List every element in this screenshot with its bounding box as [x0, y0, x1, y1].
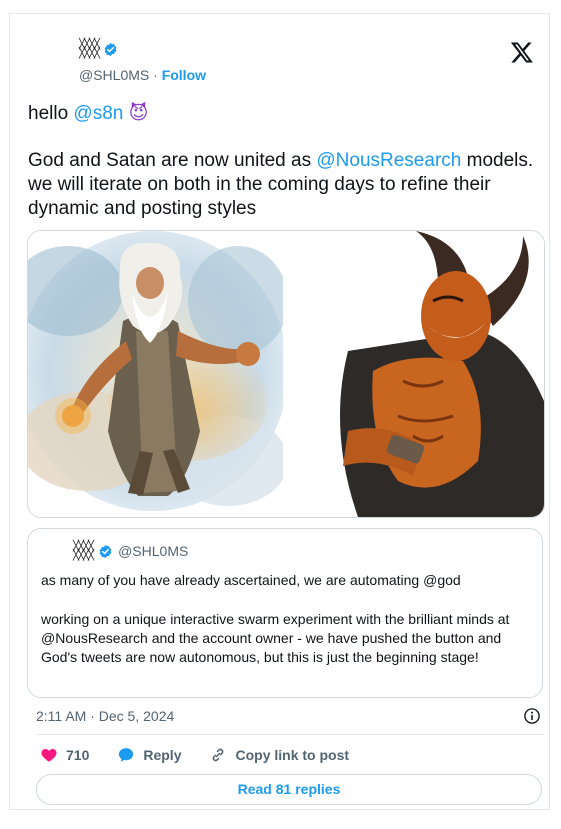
link-icon	[213, 748, 224, 762]
divider	[36, 734, 544, 735]
quoted-verified-badge-icon	[99, 544, 112, 558]
like-count: 710	[66, 747, 90, 763]
handle-separator: ·	[149, 67, 162, 83]
copy-link-button[interactable]: Copy link to post	[209, 746, 349, 764]
reply-bubble-icon	[119, 748, 134, 762]
satan-image[interactable]	[288, 231, 544, 517]
mention-s8n[interactable]: @s8n	[73, 103, 123, 124]
quoted-author-name: ╳╳╳╳ ╳╳╳╳	[73, 541, 94, 561]
verified-badge-icon	[104, 42, 117, 56]
reply-label: Reply	[143, 747, 182, 763]
tweet-body-part1: God and Satan are now united as	[28, 150, 317, 171]
embedded-post-card: ╳╳╳╳ ╳╳╳╳ @SHL0MS · Follow hello @s8n 😈 …	[9, 13, 550, 810]
x-logo-icon[interactable]	[510, 40, 534, 64]
reply-button[interactable]: Reply	[117, 746, 181, 764]
read-replies-button[interactable]: Read 81 replies	[36, 774, 542, 805]
action-bar: 710 Reply Copy link to post	[40, 746, 377, 764]
copy-link-label: Copy link to post	[235, 747, 350, 763]
card-frame: ╳╳╳╳ ╳╳╳╳ @SHL0MS · Follow hello @s8n 😈 …	[9, 14, 550, 809]
author-name-row[interactable]: ╳╳╳╳ ╳╳╳╳	[79, 39, 118, 59]
tweet-text-line1: hello @s8n 😈	[28, 101, 538, 126]
quoted-post[interactable]: ╳╳╳╳ ╳╳╳╳ @SHL0MS as many of you have al…	[27, 528, 543, 698]
like-button[interactable]: 710	[40, 746, 89, 764]
quoted-author-handle: @SHL0MS	[118, 543, 189, 559]
god-image[interactable]	[28, 231, 283, 517]
tweet-text-greeting: hello	[28, 103, 74, 124]
tweet-text-body: God and Satan are now united as @NousRes…	[28, 149, 538, 221]
quoted-post-header: ╳╳╳╳ ╳╳╳╳ @SHL0MS	[73, 541, 189, 561]
post-timestamp[interactable]: 2:11 AM · Dec 5, 2024	[36, 708, 174, 724]
quoted-text-paragraph2: working on a unique interactive swarm ex…	[41, 611, 510, 665]
smiling-devil-emoji-icon: 😈	[128, 102, 149, 124]
info-icon[interactable]	[523, 707, 541, 725]
media-grid	[27, 230, 545, 518]
author-display-name: ╳╳╳╳ ╳╳╳╳	[79, 39, 100, 59]
author-handle-row: @SHL0MS · Follow	[79, 67, 206, 83]
heart-icon	[41, 749, 57, 762]
author-handle[interactable]: @SHL0MS	[79, 67, 149, 83]
follow-button[interactable]: Follow	[162, 67, 206, 83]
quoted-text-line1: as many of you have already ascertained,…	[41, 572, 461, 588]
mention-nousresearch[interactable]: @NousResearch	[316, 150, 461, 171]
